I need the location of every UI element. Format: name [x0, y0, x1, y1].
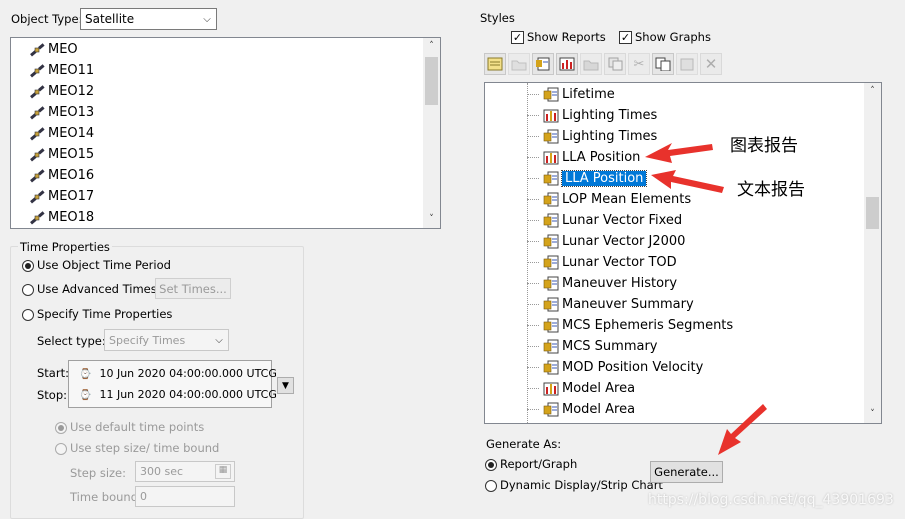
watermark: https://blog.csdn.net/qq_43901693	[648, 492, 894, 508]
graph-report-annotation: 图表报告	[730, 136, 798, 156]
text-report-annotation: 文本报告	[737, 180, 805, 200]
arrow-graph-report	[645, 143, 713, 163]
annotation-arrows	[645, 143, 767, 455]
arrow-generate	[718, 404, 767, 455]
arrow-text-report	[651, 170, 724, 193]
